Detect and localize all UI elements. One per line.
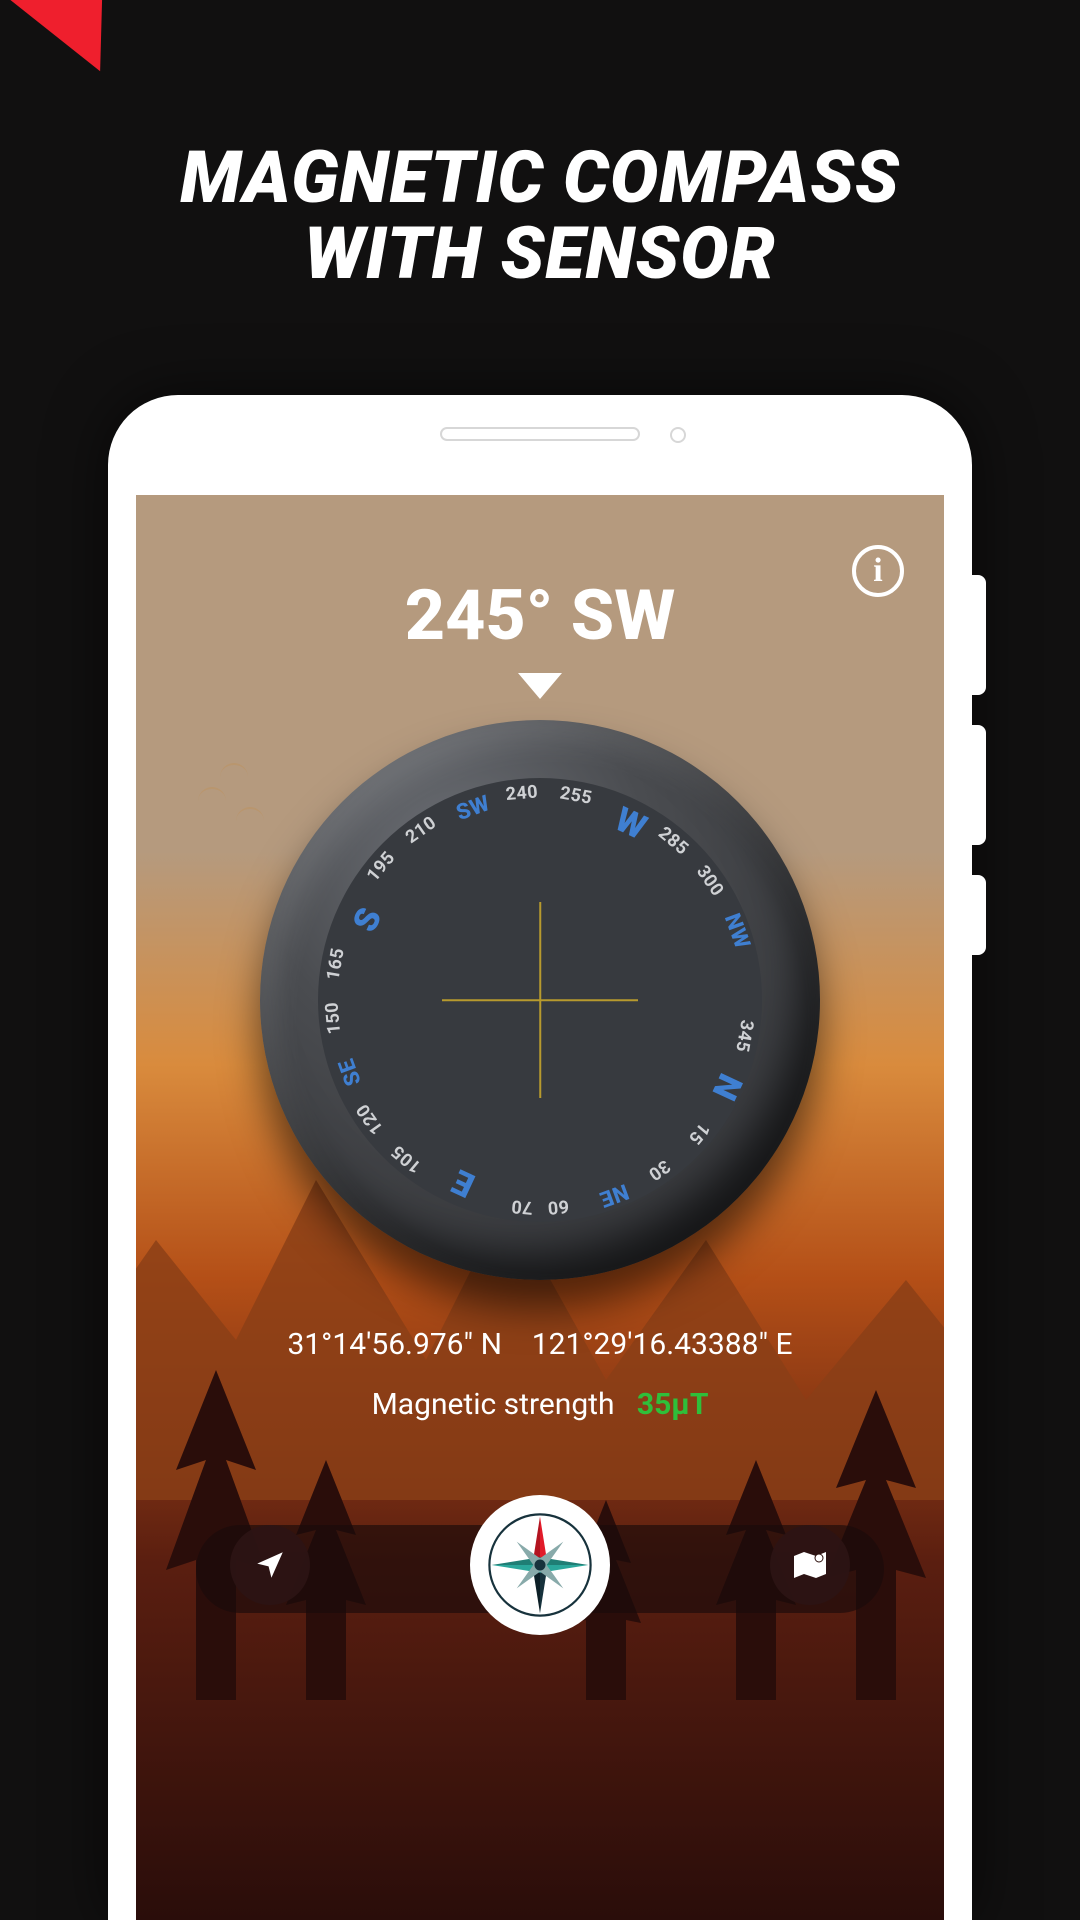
bottom-nav	[196, 1515, 884, 1615]
headline-line1: MAGNETIC COMPASS	[0, 140, 1080, 216]
navigate-arrow-icon	[253, 1548, 287, 1582]
nav-compass-button[interactable]	[470, 1495, 610, 1635]
bird-silhouette-icon	[220, 763, 248, 777]
compass-tick-label: 165	[320, 933, 351, 996]
longitude-value: 121°29'16.43388" E	[532, 1327, 793, 1362]
map-icon	[792, 1550, 828, 1580]
nav-map-button[interactable]	[770, 1525, 850, 1605]
heading-indicator-caret-icon	[518, 673, 562, 699]
gps-coordinates: 31°14'56.976" N 121°29'16.43388" E	[136, 1327, 944, 1362]
compass-tick-label: 240	[491, 780, 553, 806]
phone-side-button	[972, 575, 986, 695]
phone-side-button	[972, 725, 986, 845]
magnetic-strength-line: Magnetic strength 35µT	[136, 1387, 944, 1422]
latitude-value: 31°14'56.976" N	[287, 1327, 502, 1362]
magnetic-strength-value: 35µT	[637, 1387, 709, 1422]
nav-navigate-button[interactable]	[230, 1525, 310, 1605]
headline-line2: WITH SENSOR	[0, 216, 1080, 292]
compass-tick-label: 255	[545, 780, 608, 811]
app-screen: i 245° SW NNEESESSWWNW153060701051201501…	[136, 495, 944, 1920]
decorative-red-wedge	[0, 0, 173, 105]
phone-speaker	[440, 427, 640, 441]
promo-headline: MAGNETIC COMPASS WITH SENSOR	[0, 140, 1080, 291]
compass-tick-label: 70	[491, 1194, 553, 1220]
phone-camera	[670, 427, 686, 443]
compass-rose-icon	[485, 1510, 595, 1620]
heading-readout: 245° SW	[136, 575, 944, 657]
phone-frame: i 245° SW NNEESESSWWNW153060701051201501…	[108, 395, 972, 1920]
magnetic-strength-label: Magnetic strength	[372, 1387, 615, 1422]
compass-tick-label: 150	[320, 987, 346, 1049]
compass-dial[interactable]: NNEESESSWWNW1530607010512015016519521024…	[260, 720, 820, 1280]
bird-silhouette-icon	[198, 787, 226, 801]
compass-rotating-ring: NNEESESSWWNW1530607010512015016519521024…	[245, 705, 835, 1295]
phone-side-button	[972, 875, 986, 955]
